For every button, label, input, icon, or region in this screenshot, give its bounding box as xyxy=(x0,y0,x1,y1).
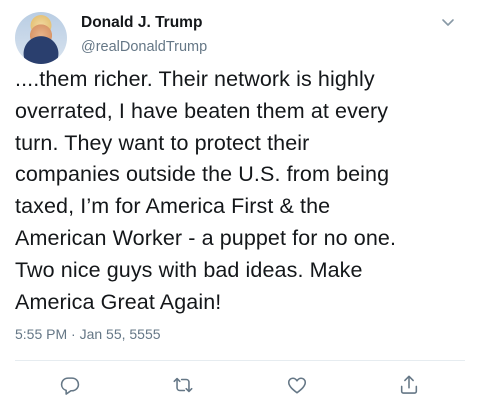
tweet-card: Donald J. Trump @realDonaldTrump ....the… xyxy=(0,0,480,410)
retweet-icon xyxy=(173,377,193,393)
author-name[interactable]: Donald J. Trump xyxy=(81,14,202,32)
reply-icon xyxy=(60,377,80,395)
author-handle[interactable]: @realDonaldTrump xyxy=(81,39,207,55)
like-icon xyxy=(287,377,307,394)
divider xyxy=(15,360,465,361)
like-button[interactable] xyxy=(284,372,310,398)
share-button[interactable] xyxy=(396,372,422,398)
retweet-button[interactable] xyxy=(170,372,196,398)
chevron-down-icon[interactable] xyxy=(441,15,455,26)
avatar[interactable] xyxy=(15,12,67,64)
tweet-text: ....them richer. Their network is highly… xyxy=(15,67,397,314)
reply-button[interactable] xyxy=(57,372,83,398)
tweet-timestamp[interactable]: 5:55 PM · Jan 55, 5555 xyxy=(15,326,161,342)
share-icon xyxy=(400,375,418,394)
